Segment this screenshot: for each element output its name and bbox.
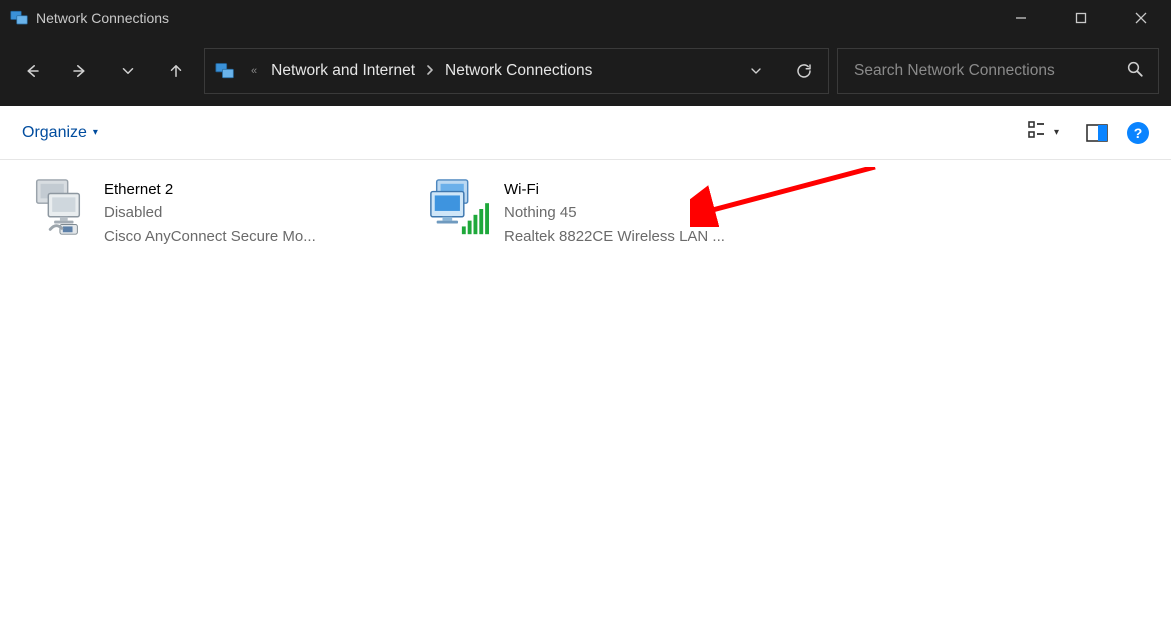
chevron-left-icon: «: [251, 65, 257, 77]
ethernet-disabled-icon: [26, 178, 90, 242]
connection-name: Wi-Fi: [504, 178, 725, 201]
search-icon[interactable]: [1120, 60, 1150, 82]
maximize-button[interactable]: [1051, 0, 1111, 36]
network-connections-app-icon: [10, 9, 28, 27]
items-view[interactable]: Ethernet 2 Disabled Cisco AnyConnect Sec…: [0, 160, 1171, 643]
close-button[interactable]: [1111, 0, 1171, 36]
recent-locations-button[interactable]: [108, 51, 148, 91]
navigation-bar: « Network and Internet Network Connectio…: [0, 36, 1171, 106]
breadcrumb-current[interactable]: Network Connections: [439, 62, 598, 80]
back-button[interactable]: [12, 51, 52, 91]
minimize-button[interactable]: [991, 0, 1051, 36]
refresh-button[interactable]: [780, 49, 828, 93]
connection-item-wifi[interactable]: Wi-Fi Nothing 45 Realtek 8822CE Wireless…: [422, 174, 782, 252]
address-bar-icon: [213, 61, 237, 81]
address-bar[interactable]: « Network and Internet Network Connectio…: [204, 48, 829, 94]
command-bar: Organize ▾ ▾ ?: [0, 106, 1171, 160]
connection-status: Nothing 45: [504, 201, 725, 224]
address-bar-history-button[interactable]: [732, 49, 780, 93]
connection-device: Cisco AnyConnect Secure Mo...: [104, 225, 316, 248]
breadcrumb-parent[interactable]: Network and Internet: [265, 62, 421, 80]
wifi-active-icon: [426, 178, 490, 242]
view-list-icon: [1028, 121, 1048, 144]
up-button[interactable]: [156, 51, 196, 91]
chevron-down-icon: ▾: [1054, 127, 1059, 138]
connection-name: Ethernet 2: [104, 178, 316, 201]
help-button[interactable]: ?: [1127, 122, 1149, 144]
chevron-down-icon: ▾: [93, 127, 98, 138]
connection-item-ethernet[interactable]: Ethernet 2 Disabled Cisco AnyConnect Sec…: [22, 174, 382, 252]
search-box[interactable]: [837, 48, 1159, 94]
connection-status: Disabled: [104, 201, 316, 224]
title-bar: Network Connections: [0, 0, 1171, 36]
forward-button[interactable]: [60, 51, 100, 91]
organize-label: Organize: [22, 124, 87, 142]
help-icon: ?: [1134, 125, 1143, 141]
connection-device: Realtek 8822CE Wireless LAN ...: [504, 225, 725, 248]
preview-pane-button[interactable]: [1077, 115, 1117, 151]
chevron-right-icon: [425, 62, 435, 80]
view-options-button[interactable]: ▾: [1028, 121, 1059, 144]
organize-menu[interactable]: Organize ▾: [22, 124, 98, 142]
window-title: Network Connections: [36, 10, 169, 26]
search-input[interactable]: [852, 61, 1120, 81]
